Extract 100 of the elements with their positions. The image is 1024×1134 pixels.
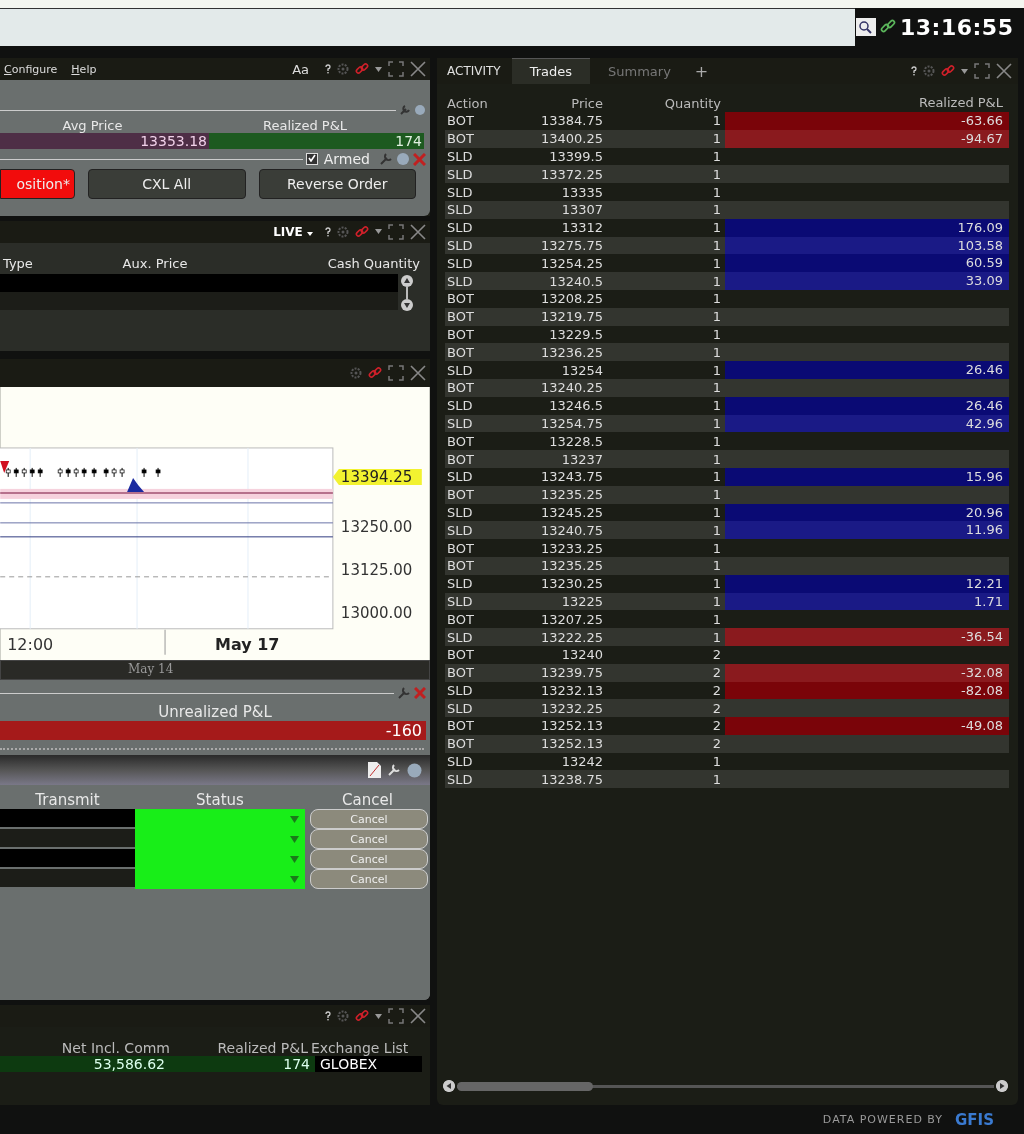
help-icon[interactable] bbox=[325, 226, 331, 237]
table-cell-text: 13235.25 bbox=[539, 487, 603, 503]
table-cell-text: SLD bbox=[446, 700, 474, 716]
table-cell-text: 13245.25 bbox=[539, 504, 603, 520]
table-cell-text: 1 bbox=[711, 344, 721, 360]
chain-link-icon[interactable] bbox=[941, 64, 955, 78]
scroll-right-icon[interactable] bbox=[996, 1080, 1008, 1092]
table-cell-text: 2 bbox=[711, 647, 721, 663]
table-cell-text: 2 bbox=[711, 700, 721, 716]
order-button[interactable]: Reverse Order bbox=[258, 169, 416, 199]
table-cell-text: 1 bbox=[711, 629, 721, 645]
table-cell-text: 2 bbox=[711, 665, 721, 681]
table-cell-text: SLD bbox=[446, 576, 474, 592]
add-tab-button[interactable]: + bbox=[688, 58, 715, 84]
column-header: Cancel bbox=[341, 791, 394, 810]
table-cell-text: 13232.13 bbox=[539, 682, 603, 698]
status-dropdown[interactable] bbox=[135, 869, 305, 890]
armed-checkbox[interactable] bbox=[305, 153, 318, 165]
maximize-icon[interactable] bbox=[388, 364, 404, 381]
table-cell-text: 13207.25 bbox=[539, 611, 603, 627]
chain-link-icon[interactable] bbox=[880, 19, 896, 35]
caret-icon[interactable] bbox=[375, 1013, 382, 1019]
menu-item[interactable]: Configure bbox=[4, 62, 58, 76]
table-cell-text: SLD bbox=[446, 273, 474, 289]
table-cell-text: 13307 bbox=[560, 202, 603, 218]
help-icon[interactable] bbox=[325, 1011, 331, 1022]
chain-link-icon[interactable] bbox=[355, 1009, 369, 1024]
close-icon[interactable] bbox=[410, 61, 426, 77]
axis-label: 13125.00 bbox=[340, 560, 413, 579]
live-dropdown[interactable]: LIVE bbox=[273, 224, 313, 239]
sell-marker-icon bbox=[0, 460, 10, 473]
pnl-cell: 60.59 bbox=[725, 254, 1009, 273]
help-icon[interactable] bbox=[911, 66, 917, 76]
table-cell-text: 1 bbox=[711, 398, 721, 414]
table-cell-text: 13222.25 bbox=[539, 629, 603, 645]
table-cell-text: 1 bbox=[711, 220, 721, 236]
order-button[interactable]: CXL All bbox=[88, 169, 246, 199]
axis-label: 13250.00 bbox=[340, 517, 413, 536]
menu-item[interactable]: Help bbox=[71, 62, 97, 76]
settings-icon[interactable] bbox=[923, 65, 935, 77]
settings-icon[interactable] bbox=[337, 1010, 349, 1023]
settings-icon[interactable] bbox=[337, 225, 349, 238]
pnl-cell: -49.08 bbox=[725, 717, 1009, 735]
table-cell-text: BOT bbox=[446, 309, 475, 325]
close-icon[interactable] bbox=[410, 223, 426, 240]
table-cell-text: 1 bbox=[711, 504, 721, 520]
table-cell-text: 1 bbox=[711, 540, 721, 556]
table-cell-text: BOT bbox=[446, 487, 475, 503]
data-credit: DATA POWERED BY bbox=[822, 1113, 944, 1126]
settings-icon[interactable] bbox=[350, 366, 362, 379]
pnl-cell: 26.46 bbox=[725, 361, 1009, 379]
settings-icon[interactable] bbox=[337, 63, 349, 75]
table-cell-text: 1 bbox=[711, 273, 721, 289]
realized-pnl-cell: 174 bbox=[209, 133, 424, 149]
table-cell-text: 1 bbox=[711, 433, 721, 449]
table-cell-text: 1 bbox=[711, 558, 721, 574]
caret-icon[interactable] bbox=[961, 68, 968, 74]
column-header: Action bbox=[446, 95, 489, 111]
close-icon[interactable] bbox=[996, 63, 1012, 79]
caret-icon[interactable] bbox=[307, 231, 313, 236]
order-button[interactable]: osition* bbox=[0, 169, 75, 199]
maximize-icon[interactable] bbox=[388, 1008, 404, 1025]
caret-icon[interactable] bbox=[375, 66, 382, 72]
column-header: Avg Price bbox=[61, 118, 124, 133]
armed-label: Armed bbox=[323, 151, 370, 167]
table-cell-text: SLD bbox=[446, 682, 474, 698]
table-cell-text: 1 bbox=[711, 576, 721, 592]
column-header: Realized P&L bbox=[216, 1040, 308, 1057]
chart-scrollbar[interactable]: May 14 bbox=[0, 660, 430, 681]
clock: 13:16:55 bbox=[900, 14, 1014, 40]
help-icon[interactable] bbox=[325, 64, 331, 74]
font-size-button[interactable]: Aa bbox=[292, 61, 309, 77]
close-icon[interactable] bbox=[410, 1008, 426, 1025]
maximize-icon[interactable] bbox=[388, 61, 404, 77]
chain-link-icon[interactable] bbox=[355, 224, 369, 239]
tab[interactable]: Trades bbox=[511, 58, 591, 84]
table-cell-text: 13242 bbox=[560, 754, 603, 770]
table-cell-text: 1 bbox=[711, 166, 721, 182]
scroll-left-icon[interactable] bbox=[443, 1080, 455, 1092]
horizontal-scrollbar[interactable] bbox=[443, 1079, 1008, 1093]
table-cell-text: 1 bbox=[711, 415, 721, 431]
table-cell-text: 1 bbox=[711, 362, 721, 378]
maximize-icon[interactable] bbox=[388, 223, 404, 240]
table-cell-text: BOT bbox=[446, 647, 475, 663]
chain-link-icon[interactable] bbox=[355, 62, 369, 76]
scroll-arrows-icon[interactable] bbox=[400, 273, 414, 312]
chain-link-icon[interactable] bbox=[368, 365, 382, 380]
column-header: Cash Quantity bbox=[326, 255, 420, 273]
table-cell-text: 1 bbox=[711, 149, 721, 164]
table-cell-text: 1 bbox=[711, 611, 721, 627]
maximize-icon[interactable] bbox=[974, 63, 990, 79]
caret-icon[interactable] bbox=[375, 229, 382, 235]
table-cell-text: 1 bbox=[711, 754, 721, 770]
document-icon[interactable] bbox=[368, 762, 381, 779]
column-header: Net Incl. Comm bbox=[60, 1040, 170, 1057]
search-icon[interactable] bbox=[856, 18, 876, 36]
table-cell-text: 13252.13 bbox=[539, 718, 603, 734]
table-cell-text: 1 bbox=[711, 451, 721, 467]
close-icon[interactable] bbox=[410, 364, 426, 381]
table-cell-text: 1 bbox=[711, 309, 721, 325]
